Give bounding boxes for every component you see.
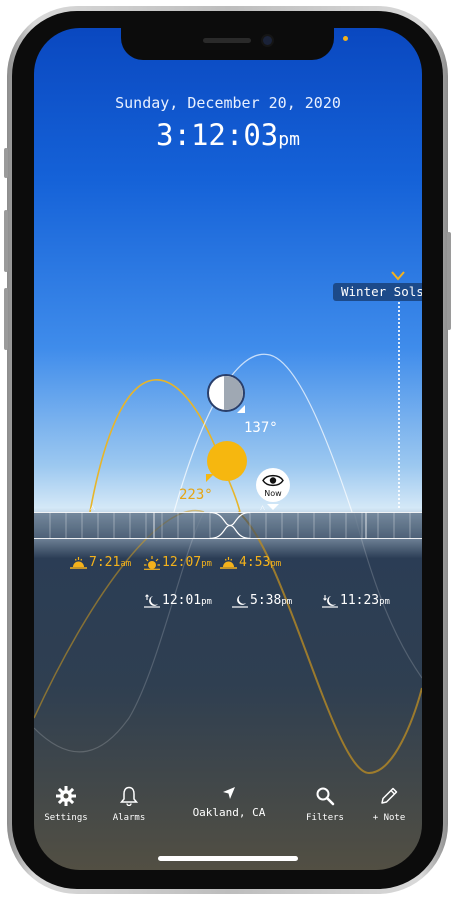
- sun-path-below-left: [34, 509, 205, 719]
- sunrise-icon: [70, 556, 87, 569]
- solar-noon-time[interactable]: 12:07pm: [144, 555, 212, 570]
- event-chevron-icon[interactable]: [391, 266, 405, 281]
- volume-down-button: [4, 288, 8, 350]
- moonset-time[interactable]: 11:23pm: [322, 593, 390, 608]
- now-pointer: [267, 504, 279, 510]
- tab-settings-label: Settings: [44, 813, 88, 823]
- app-screen: Sunday, December 20, 2020 3:12:03pm Wint…: [34, 28, 422, 870]
- home-indicator[interactable]: [158, 856, 298, 861]
- sun-path-below-right: [237, 511, 422, 775]
- sunrise-time-value: 7:21: [89, 555, 121, 570]
- sunrise-time[interactable]: 7:21am: [70, 555, 131, 570]
- moon-azimuth: 137°: [244, 420, 278, 436]
- search-icon: [316, 787, 335, 806]
- pencil-icon: [381, 787, 398, 804]
- side-button: [447, 232, 451, 330]
- sun-icon: [144, 555, 160, 570]
- moon-transit-time-value: 5:38: [250, 593, 282, 608]
- tab-note-label: + Note: [372, 813, 406, 823]
- now-marker[interactable]: Now: [256, 468, 290, 502]
- sunset-time-value: 4:53: [239, 555, 271, 570]
- tab-settings[interactable]: Settings: [34, 786, 101, 823]
- location-arrow-icon: [223, 787, 235, 799]
- moonset-time-value: 11:23: [340, 593, 380, 608]
- eye-icon: [262, 474, 284, 487]
- moon-pointer: [237, 405, 245, 413]
- tab-alarms-label: Alarms: [112, 813, 146, 823]
- moonrise-time-unit: pm: [201, 597, 212, 607]
- silent-switch: [4, 148, 8, 178]
- sunset-icon: [220, 556, 237, 569]
- bell-icon: [119, 786, 139, 807]
- now-label: Now: [264, 489, 282, 498]
- event-label[interactable]: Winter Sols: [333, 283, 422, 301]
- sunset-time-unit: pm: [270, 559, 282, 569]
- tab-note[interactable]: + Note: [354, 786, 422, 823]
- solar-noon-time-unit: pm: [201, 559, 212, 569]
- sunrise-time-unit: am: [120, 559, 132, 569]
- moonrise-time-value: 12:01: [162, 593, 202, 608]
- moonset-time-unit: pm: [379, 597, 390, 607]
- solar-noon-time-value: 12:07: [162, 555, 202, 570]
- moon-transit-time[interactable]: 5:38pm: [232, 593, 292, 608]
- sun-azimuth: 223°: [179, 487, 213, 503]
- timeline-scrubber[interactable]: [34, 512, 422, 539]
- moon-transit-time-unit: pm: [281, 597, 293, 607]
- moon-path-below-left: [34, 511, 205, 753]
- volume-up-button: [4, 210, 8, 272]
- tab-bar: Settings Alarms Oakland, CA Filters + No…: [34, 786, 422, 846]
- tab-location[interactable]: Oakland, CA: [184, 786, 274, 819]
- tab-location-label: Oakland, CA: [192, 806, 266, 819]
- event-marker-line: [398, 302, 400, 508]
- moonrise-time[interactable]: 12:01pm: [144, 593, 212, 608]
- gear-icon: [56, 786, 76, 806]
- tab-filters-label: Filters: [306, 813, 344, 823]
- moon-icon: [232, 594, 248, 608]
- moonrise-icon: [144, 593, 160, 608]
- tab-alarms[interactable]: Alarms: [94, 786, 164, 823]
- sun-pointer: [206, 474, 214, 482]
- tab-filters[interactable]: Filters: [290, 786, 360, 823]
- sunset-time[interactable]: 4:53pm: [220, 555, 281, 570]
- moonset-icon: [322, 594, 338, 608]
